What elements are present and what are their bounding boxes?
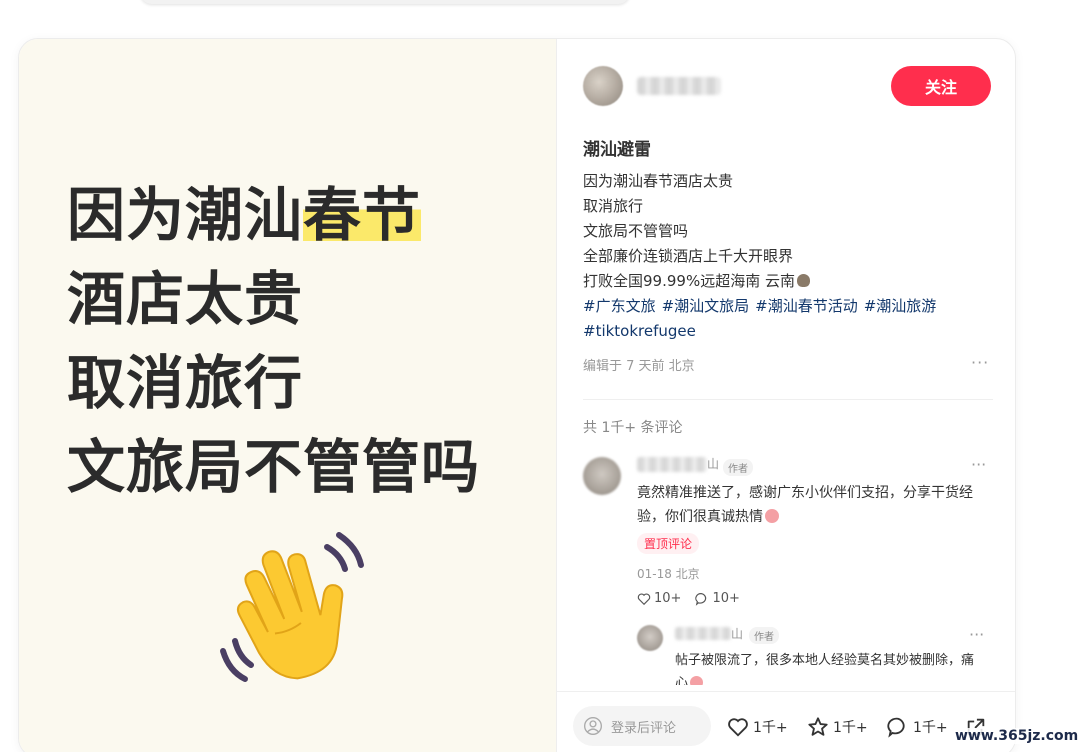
star-icon — [808, 717, 828, 736]
note-side-panel: 关注 潮汕避雷 因为潮汕春节酒店太贵 取消旅行 文旅局不管管吗 全部廉价连锁酒店… — [557, 39, 1015, 752]
comment-reply-button[interactable]: 10+ — [695, 591, 740, 606]
hashtag-row: #tiktokrefugee — [583, 319, 993, 344]
note-detail-card: 因为潮汕春节 酒店太贵 取消旅行 文旅局不管管吗 关注 潮汕避雷 因为潮汕春节酒… — [18, 38, 1016, 752]
author-badge: 作者 — [749, 627, 779, 644]
comment-total-count: 1千+ — [913, 720, 948, 736]
hashtag-link[interactable]: #广东文旅 — [583, 297, 656, 315]
reply-text: 帖子被限流了，很多本地人经验莫名其妙被删除，痛心 — [675, 649, 975, 685]
note-line: 文旅局不管管吗 — [583, 222, 689, 240]
hashtag-link[interactable]: #tiktokrefugee — [583, 322, 696, 340]
comment-time: 01-18 北京 — [637, 567, 700, 581]
author-badge: 作者 — [723, 459, 753, 476]
note-line: 取消旅行 — [583, 197, 644, 215]
note-description: 因为潮汕春节酒店太贵 取消旅行 文旅局不管管吗 全部廉价连锁酒店上千大开眼界 打… — [583, 169, 993, 344]
reply-more-icon[interactable]: ··· — [969, 625, 984, 644]
chat-bubble-icon — [695, 592, 707, 606]
engagement-bar: 登录后评论 1千+ 1千+ 1千+ — [557, 691, 1015, 752]
comment-text: 竟然精准推送了，感谢广东小伙伴们支招，分享干货经验，你们很真诚热情 — [637, 485, 973, 525]
cover-line-3: 取消旅行 — [67, 349, 304, 417]
comment-input[interactable]: 登录后评论 — [573, 706, 711, 746]
note-line: 全部廉价连锁酒店上千大开眼界 — [583, 247, 794, 265]
chat-bubble-icon — [887, 717, 905, 738]
collect-button[interactable]: 1千+ — [807, 716, 868, 738]
note-line: 打败全国99.99%远超海南 云南 — [583, 269, 993, 294]
collect-count: 1千+ — [833, 720, 868, 736]
cover-highlight: 春节 — [303, 181, 422, 249]
watermark-text: www.365jz.com — [952, 728, 1080, 744]
replier-name-blurred[interactable] — [675, 627, 731, 640]
heart-icon — [637, 592, 651, 605]
divider — [583, 399, 993, 400]
replier-avatar[interactable] — [637, 625, 663, 651]
user-icon — [584, 717, 602, 735]
note-line: 因为潮汕春节酒店太贵 — [583, 172, 734, 190]
comment-actions: 10+ 10+ — [637, 591, 740, 606]
hashtag-row: #广东文旅 #潮汕文旅局 #潮汕春节活动 #潮汕旅游 — [583, 294, 993, 319]
comment-count: 共 1千+ 条评论 — [583, 420, 683, 436]
author-avatar[interactable] — [583, 66, 623, 106]
follow-button[interactable]: 关注 — [891, 66, 991, 106]
author-name-blurred[interactable] — [637, 77, 721, 95]
cover-text: 因为潮汕春节 酒店太贵 取消旅行 文旅局不管管吗 — [67, 173, 480, 509]
waving-hand-icon — [220, 532, 364, 682]
blush-emoji-icon — [765, 509, 779, 523]
hashtag-link[interactable]: #潮汕春节活动 — [755, 297, 858, 315]
author-info[interactable] — [583, 65, 721, 107]
like-count: 1千+ — [753, 720, 788, 736]
comment-reply-count: 10+ — [712, 591, 740, 606]
comment-like-button[interactable]: 10+ — [637, 591, 681, 606]
poop-emoji-icon — [796, 274, 810, 287]
pinned-badge: 置顶评论 — [637, 533, 700, 554]
note-cover-image[interactable]: 因为潮汕春节 酒店太贵 取消旅行 文旅局不管管吗 — [19, 39, 557, 752]
comment-input-placeholder: 登录后评论 — [611, 720, 677, 736]
heart-icon — [728, 718, 748, 737]
cover-line-1: 因为潮汕春节 — [67, 181, 422, 249]
comment-like-count: 10+ — [654, 591, 682, 606]
like-button[interactable]: 1千+ — [727, 716, 788, 738]
comment-more-icon[interactable]: ··· — [971, 455, 986, 474]
hashtag-link[interactable]: #潮汕文旅局 — [662, 297, 750, 315]
commenter-name-tail: 山 — [707, 457, 720, 471]
edit-meta: 编辑于 7 天前 北京 — [583, 359, 695, 374]
commenter-name-blurred[interactable] — [637, 457, 707, 472]
comment-button[interactable]: 1千+ — [887, 716, 948, 738]
emoji-icon — [690, 676, 704, 685]
top-search-bar[interactable] — [140, 0, 630, 4]
cover-line-2: 酒店太贵 — [67, 265, 304, 333]
note-title: 潮汕避雷 — [583, 140, 651, 160]
commenter-avatar[interactable] — [583, 457, 621, 495]
replier-name-tail: 山 — [731, 627, 744, 641]
more-options-icon[interactable]: ··· — [971, 353, 989, 372]
cover-line-4: 文旅局不管管吗 — [67, 433, 481, 501]
hashtag-link[interactable]: #潮汕旅游 — [864, 297, 937, 315]
